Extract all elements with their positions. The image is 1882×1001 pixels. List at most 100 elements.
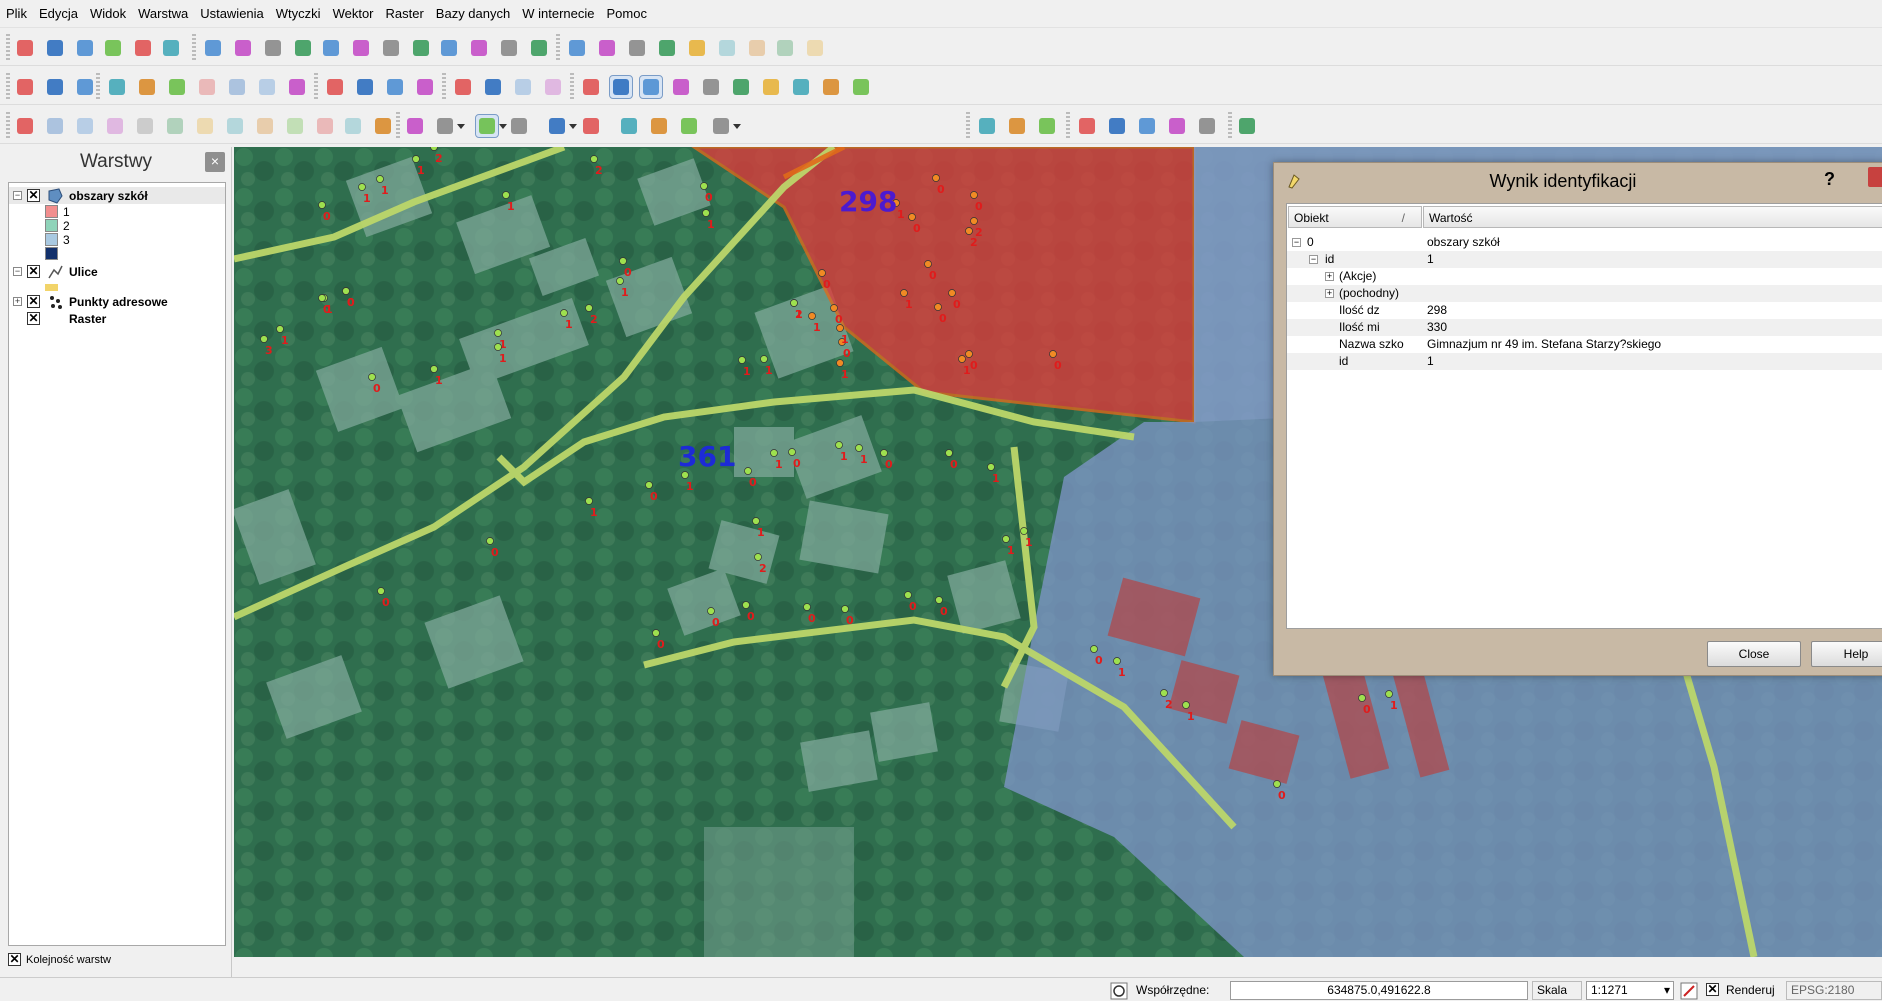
toolbar-button[interactable] — [468, 37, 490, 59]
toolbar-button[interactable] — [74, 115, 96, 137]
toolbar-grip[interactable] — [6, 73, 10, 99]
address-point[interactable] — [934, 303, 942, 311]
address-point[interactable] — [754, 553, 762, 561]
address-point[interactable] — [376, 175, 384, 183]
tree-row[interactable]: Nazwa szko Gimnazjum nr 49 im. Stefana S… — [1287, 336, 1882, 353]
menu-warstwa[interactable]: Warstwa — [138, 6, 188, 21]
address-point[interactable] — [700, 182, 708, 190]
toolbar-button[interactable] — [508, 115, 530, 137]
menu-raster[interactable]: Raster — [386, 6, 424, 21]
toolbar-button[interactable] — [648, 115, 670, 137]
menu-ustawienia[interactable]: Ustawienia — [200, 6, 264, 21]
toolbar-button[interactable] — [226, 76, 248, 98]
toolbar-button[interactable] — [254, 115, 276, 137]
address-point[interactable] — [377, 587, 385, 595]
address-point[interactable] — [788, 448, 796, 456]
address-point[interactable] — [818, 269, 826, 277]
toolbar-button[interactable] — [74, 37, 96, 59]
menu-bazy-danych[interactable]: Bazy danych — [436, 6, 510, 21]
tree-row[interactable]: id 1 — [1287, 353, 1882, 370]
toolbar-button[interactable] — [1006, 115, 1028, 137]
dialog-close-icon[interactable]: × — [1868, 167, 1882, 187]
collapse-icon[interactable]: − — [1309, 255, 1318, 264]
toolbar-button[interactable] — [164, 115, 186, 137]
layer-row-punkty-adresowe[interactable]: + ✕ Punkty adresowe — [9, 293, 225, 310]
toolbar-button[interactable] — [106, 76, 128, 98]
toolbar-button[interactable] — [196, 76, 218, 98]
toolbar-button[interactable] — [596, 37, 618, 59]
address-point[interactable] — [1182, 701, 1190, 709]
toolbar-button[interactable] — [134, 115, 156, 137]
menu-wektor[interactable]: Wektor — [333, 6, 374, 21]
address-point[interactable] — [908, 213, 916, 221]
address-point[interactable] — [790, 299, 798, 307]
toolbar-button[interactable] — [320, 37, 342, 59]
toolbar-button[interactable] — [678, 115, 700, 137]
toolbar-button[interactable] — [528, 37, 550, 59]
menu-widok[interactable]: Widok — [90, 6, 126, 21]
collapse-icon[interactable]: − — [13, 267, 22, 276]
tree-row[interactable]: − id 1 — [1287, 251, 1882, 268]
panel-close-icon[interactable]: × — [205, 152, 225, 172]
address-point[interactable] — [904, 591, 912, 599]
toolbar-button[interactable] — [44, 37, 66, 59]
address-point[interactable] — [760, 355, 768, 363]
menu-pomoc[interactable]: Pomoc — [606, 6, 646, 21]
toolbar-grip[interactable] — [556, 34, 560, 60]
crs-button[interactable]: EPSG:2180 — [1786, 981, 1882, 1000]
address-point[interactable] — [318, 201, 326, 209]
address-point[interactable] — [830, 304, 838, 312]
address-point[interactable] — [560, 309, 568, 317]
address-point[interactable] — [1273, 780, 1281, 788]
address-point[interactable] — [987, 463, 995, 471]
address-point[interactable] — [1160, 689, 1168, 697]
render-checkbox[interactable]: ✕ — [1706, 983, 1719, 996]
layer-visibility-checkbox[interactable]: ✕ — [27, 312, 40, 325]
close-button[interactable]: Close — [1707, 641, 1801, 667]
toolbar-button[interactable] — [136, 76, 158, 98]
toolbar-button[interactable] — [790, 76, 812, 98]
toolbar-button[interactable] — [354, 76, 376, 98]
toolbar-button[interactable] — [14, 76, 36, 98]
toolbar-button[interactable] — [850, 76, 872, 98]
menu-plik[interactable]: Plik — [6, 6, 27, 21]
address-point[interactable] — [744, 467, 752, 475]
toolbar-button[interactable] — [482, 76, 504, 98]
toolbar-button[interactable] — [566, 37, 588, 59]
toolbar-button[interactable] — [262, 37, 284, 59]
toolbar-grip[interactable] — [96, 73, 100, 99]
toolbar-button[interactable] — [760, 76, 782, 98]
address-point[interactable] — [958, 355, 966, 363]
toolbar-button[interactable] — [716, 37, 738, 59]
menu-wtyczki[interactable]: Wtyczki — [276, 6, 321, 21]
toolbar-button[interactable] — [132, 37, 154, 59]
toolbar-button[interactable] — [74, 76, 96, 98]
address-point[interactable] — [585, 497, 593, 505]
toolbar-button[interactable] — [580, 76, 602, 98]
toolbar-button[interactable] — [710, 115, 741, 137]
menu-w-internecie[interactable]: W internecie — [522, 6, 594, 21]
address-point[interactable] — [948, 289, 956, 297]
address-point[interactable] — [924, 260, 932, 268]
address-point[interactable] — [486, 537, 494, 545]
toolbar-button[interactable] — [438, 37, 460, 59]
address-point[interactable] — [970, 191, 978, 199]
toolbar-button[interactable] — [286, 76, 308, 98]
chevron-down-icon[interactable] — [569, 124, 577, 129]
help-button[interactable]: Help — [1811, 641, 1882, 667]
address-point[interactable] — [260, 335, 268, 343]
address-point[interactable] — [970, 217, 978, 225]
address-point[interactable] — [742, 601, 750, 609]
toolbar-button[interactable] — [512, 76, 534, 98]
layer-visibility-checkbox[interactable]: ✕ — [27, 295, 40, 308]
coordinate-toggle-icon[interactable] — [1110, 982, 1128, 1000]
toolbar-button[interactable] — [202, 37, 224, 59]
scale-select[interactable]: 1:1271 ▾ — [1586, 981, 1674, 1000]
toolbar-button[interactable] — [372, 115, 394, 137]
toolbar-grip[interactable] — [396, 112, 400, 138]
layer-row-ulice[interactable]: − ✕ Ulice — [9, 263, 225, 280]
toolbar-button[interactable] — [14, 37, 36, 59]
toolbar-button[interactable] — [700, 76, 722, 98]
address-point[interactable] — [835, 441, 843, 449]
toolbar-button[interactable] — [404, 115, 426, 137]
